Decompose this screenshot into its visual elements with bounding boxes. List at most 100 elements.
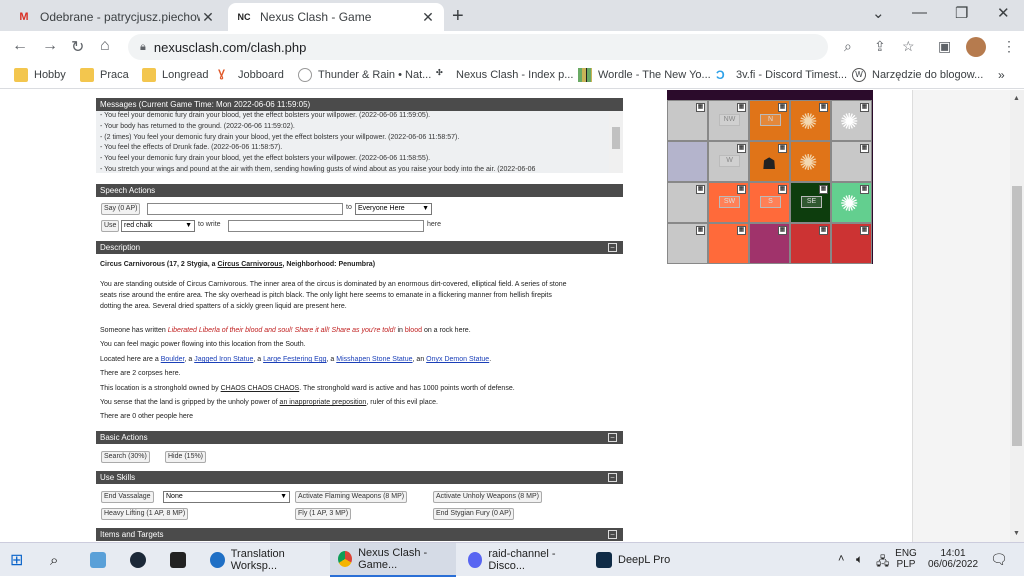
- say-input[interactable]: [147, 203, 343, 215]
- bookmark-longread[interactable]: Longread: [142, 68, 209, 82]
- map-cell[interactable]: ▦: [708, 223, 749, 264]
- item-select[interactable]: red chalk ▼: [121, 220, 195, 232]
- home-button[interactable]: ⌂: [100, 37, 110, 55]
- new-tab-button[interactable]: +: [452, 5, 464, 28]
- address-bar[interactable]: 🔒︎ nexusclash.com/clash.php: [128, 34, 828, 60]
- map-cell[interactable]: ▦: [831, 223, 872, 264]
- map-cell-s[interactable]: ▦ S: [749, 182, 790, 223]
- map-cell[interactable]: ▦: [667, 223, 708, 264]
- tab-search-icon[interactable]: ⌄: [872, 4, 885, 22]
- collapse-icon[interactable]: −: [608, 473, 617, 482]
- object-link[interactable]: Jagged Iron Statue: [194, 356, 253, 363]
- map-cell[interactable]: [667, 141, 708, 182]
- taskbar-app-chrome[interactable]: Nexus Clash - Game...: [330, 543, 456, 577]
- end-vassalage-button[interactable]: End Vassalage: [101, 491, 154, 503]
- map-cell-w[interactable]: ▦ W: [708, 141, 749, 182]
- side-panel-icon[interactable]: ▣: [938, 38, 951, 55]
- bookmark-thunder-rain[interactable]: Thunder & Rain • Nat...: [298, 68, 431, 82]
- say-button[interactable]: Say (0 AP): [101, 203, 141, 215]
- map-cell[interactable]: ▦: [667, 100, 708, 141]
- restore-button[interactable]: ❐: [955, 4, 968, 22]
- tab-nexus-clash[interactable]: NC Nexus Clash - Game ✕: [228, 3, 444, 31]
- location-link[interactable]: Circus Carnivorous: [218, 261, 283, 268]
- bookmark-star-icon[interactable]: ☆: [902, 38, 915, 55]
- taskbar-pinned-app[interactable]: [90, 543, 112, 577]
- more-bookmarks-icon[interactable]: »: [998, 68, 1005, 82]
- forward-button[interactable]: →: [42, 37, 58, 55]
- search-button[interactable]: ⌕: [50, 543, 58, 577]
- zoom-icon[interactable]: ⌕: [844, 38, 852, 55]
- volume-icon[interactable]: 🔈︎: [856, 552, 863, 567]
- object-link[interactable]: Onyx Demon Statue: [426, 356, 489, 363]
- speech-target-select[interactable]: Everyone Here ▼: [355, 203, 432, 215]
- map-cell-nw[interactable]: ▦ NW: [708, 100, 749, 141]
- map-cell-current[interactable]: ▦ ☗: [749, 141, 790, 182]
- object-link[interactable]: Misshapen Stone Statue: [336, 356, 412, 363]
- taskbar-app-deepl[interactable]: DeepL Pro: [588, 543, 678, 577]
- object-link[interactable]: Large Festering Egg: [263, 356, 326, 363]
- map-cell[interactable]: ▦: [667, 182, 708, 223]
- map-cell-n[interactable]: ▦ N: [749, 100, 790, 141]
- map-cell[interactable]: ✺: [790, 141, 831, 182]
- collapse-icon[interactable]: −: [608, 243, 617, 252]
- vassal-select[interactable]: None ▼: [163, 491, 290, 503]
- close-icon[interactable]: ✕: [200, 9, 216, 26]
- page-scrollbar[interactable]: ▲ ▼: [1010, 90, 1024, 542]
- network-icon[interactable]: 🖧︎: [876, 552, 889, 573]
- heavy-lifting-button[interactable]: Heavy Lifting (1 AP, 8 MP): [101, 508, 189, 520]
- taskbar-app-translation[interactable]: Translation Worksp...: [202, 543, 326, 577]
- map-cell[interactable]: ▦ ✺: [831, 182, 872, 223]
- map-cell[interactable]: ▦: [831, 141, 872, 182]
- messages-log[interactable]: - You feel your demonic fury drain your …: [96, 111, 623, 173]
- reload-button[interactable]: ↻: [71, 37, 84, 57]
- object-link[interactable]: Boulder: [161, 356, 185, 363]
- bookmark-3vfi[interactable]: Ͻ 3v.fi - Discord Timest...: [716, 68, 847, 82]
- messages-scrollbar[interactable]: [609, 111, 623, 173]
- map-cell-se[interactable]: ▦ SE: [790, 182, 831, 223]
- close-window-button[interactable]: ✕: [997, 4, 1010, 22]
- taskbar-pinned-app[interactable]: [130, 543, 152, 577]
- building-icon: ▦: [696, 226, 705, 235]
- avatar[interactable]: [966, 37, 986, 57]
- scrollbar-thumb[interactable]: [1012, 186, 1022, 446]
- bookmark-jobboard[interactable]: Ɣ Jobboard: [218, 68, 284, 82]
- ruler-link[interactable]: an inappropriate preposition: [280, 399, 367, 406]
- scroll-down-icon[interactable]: ▼: [1013, 530, 1020, 537]
- scroll-up-icon[interactable]: ▲: [1013, 95, 1020, 102]
- back-button[interactable]: ←: [12, 37, 28, 55]
- stronghold-owner-link[interactable]: CHAOS CHAOS CHAOS: [221, 385, 300, 392]
- collapse-icon[interactable]: −: [608, 530, 617, 539]
- close-icon[interactable]: ✕: [420, 9, 436, 26]
- start-button[interactable]: ⊞: [10, 543, 23, 577]
- minimize-button[interactable]: —: [912, 4, 927, 21]
- bookmark-praca[interactable]: Praca: [80, 68, 129, 82]
- map-cell[interactable]: ▦ ✺: [831, 100, 872, 141]
- end-stygian-fury-button[interactable]: End Stygian Fury (0 AP): [433, 508, 515, 520]
- bookmark-wordpress[interactable]: W Narzędzie do blogow...: [852, 68, 983, 82]
- chevron-up-icon[interactable]: ˄: [838, 553, 844, 565]
- unholy-weapons-button[interactable]: Activate Unholy Weapons (8 MP): [433, 491, 542, 503]
- bookmark-hobby[interactable]: Hobby: [14, 68, 66, 82]
- map-cell[interactable]: ▦: [749, 223, 790, 264]
- use-button[interactable]: Use: [101, 220, 120, 232]
- tab-label: Odebrane - patrycjusz.piechowski@: [40, 10, 200, 24]
- bookmark-wordle[interactable]: Wordle - The New Yo...: [578, 68, 711, 82]
- map-cell[interactable]: ▦: [790, 223, 831, 264]
- menu-icon[interactable]: ⋮: [1002, 38, 1016, 55]
- write-input[interactable]: [228, 220, 424, 232]
- bookmark-nexus-index[interactable]: ✣ Nexus Clash - Index p...: [436, 68, 573, 82]
- map-cell-sw[interactable]: ▦ SW: [708, 182, 749, 223]
- share-icon[interactable]: ⇪: [874, 38, 886, 55]
- map-cell[interactable]: ▦ ✺: [790, 100, 831, 141]
- collapse-icon[interactable]: −: [608, 433, 617, 442]
- clock[interactable]: 14:01 06/06/2022: [920, 548, 986, 570]
- search-button[interactable]: Search (30%): [101, 451, 150, 463]
- notification-icon[interactable]: 🗨︎: [990, 551, 1008, 568]
- taskbar-app-discord[interactable]: raid-channel - Disco...: [460, 543, 584, 577]
- fly-button[interactable]: Fly (1 AP, 3 MP): [295, 508, 352, 520]
- tab-gmail[interactable]: M Odebrane - patrycjusz.piechowski@ ✕: [8, 3, 224, 31]
- flaming-weapons-button[interactable]: Activate Flaming Weapons (8 MP): [295, 491, 408, 503]
- language-indicator[interactable]: ENG PLP: [893, 548, 919, 570]
- hide-button[interactable]: Hide (15%): [165, 451, 207, 463]
- taskbar-pinned-app[interactable]: [170, 543, 192, 577]
